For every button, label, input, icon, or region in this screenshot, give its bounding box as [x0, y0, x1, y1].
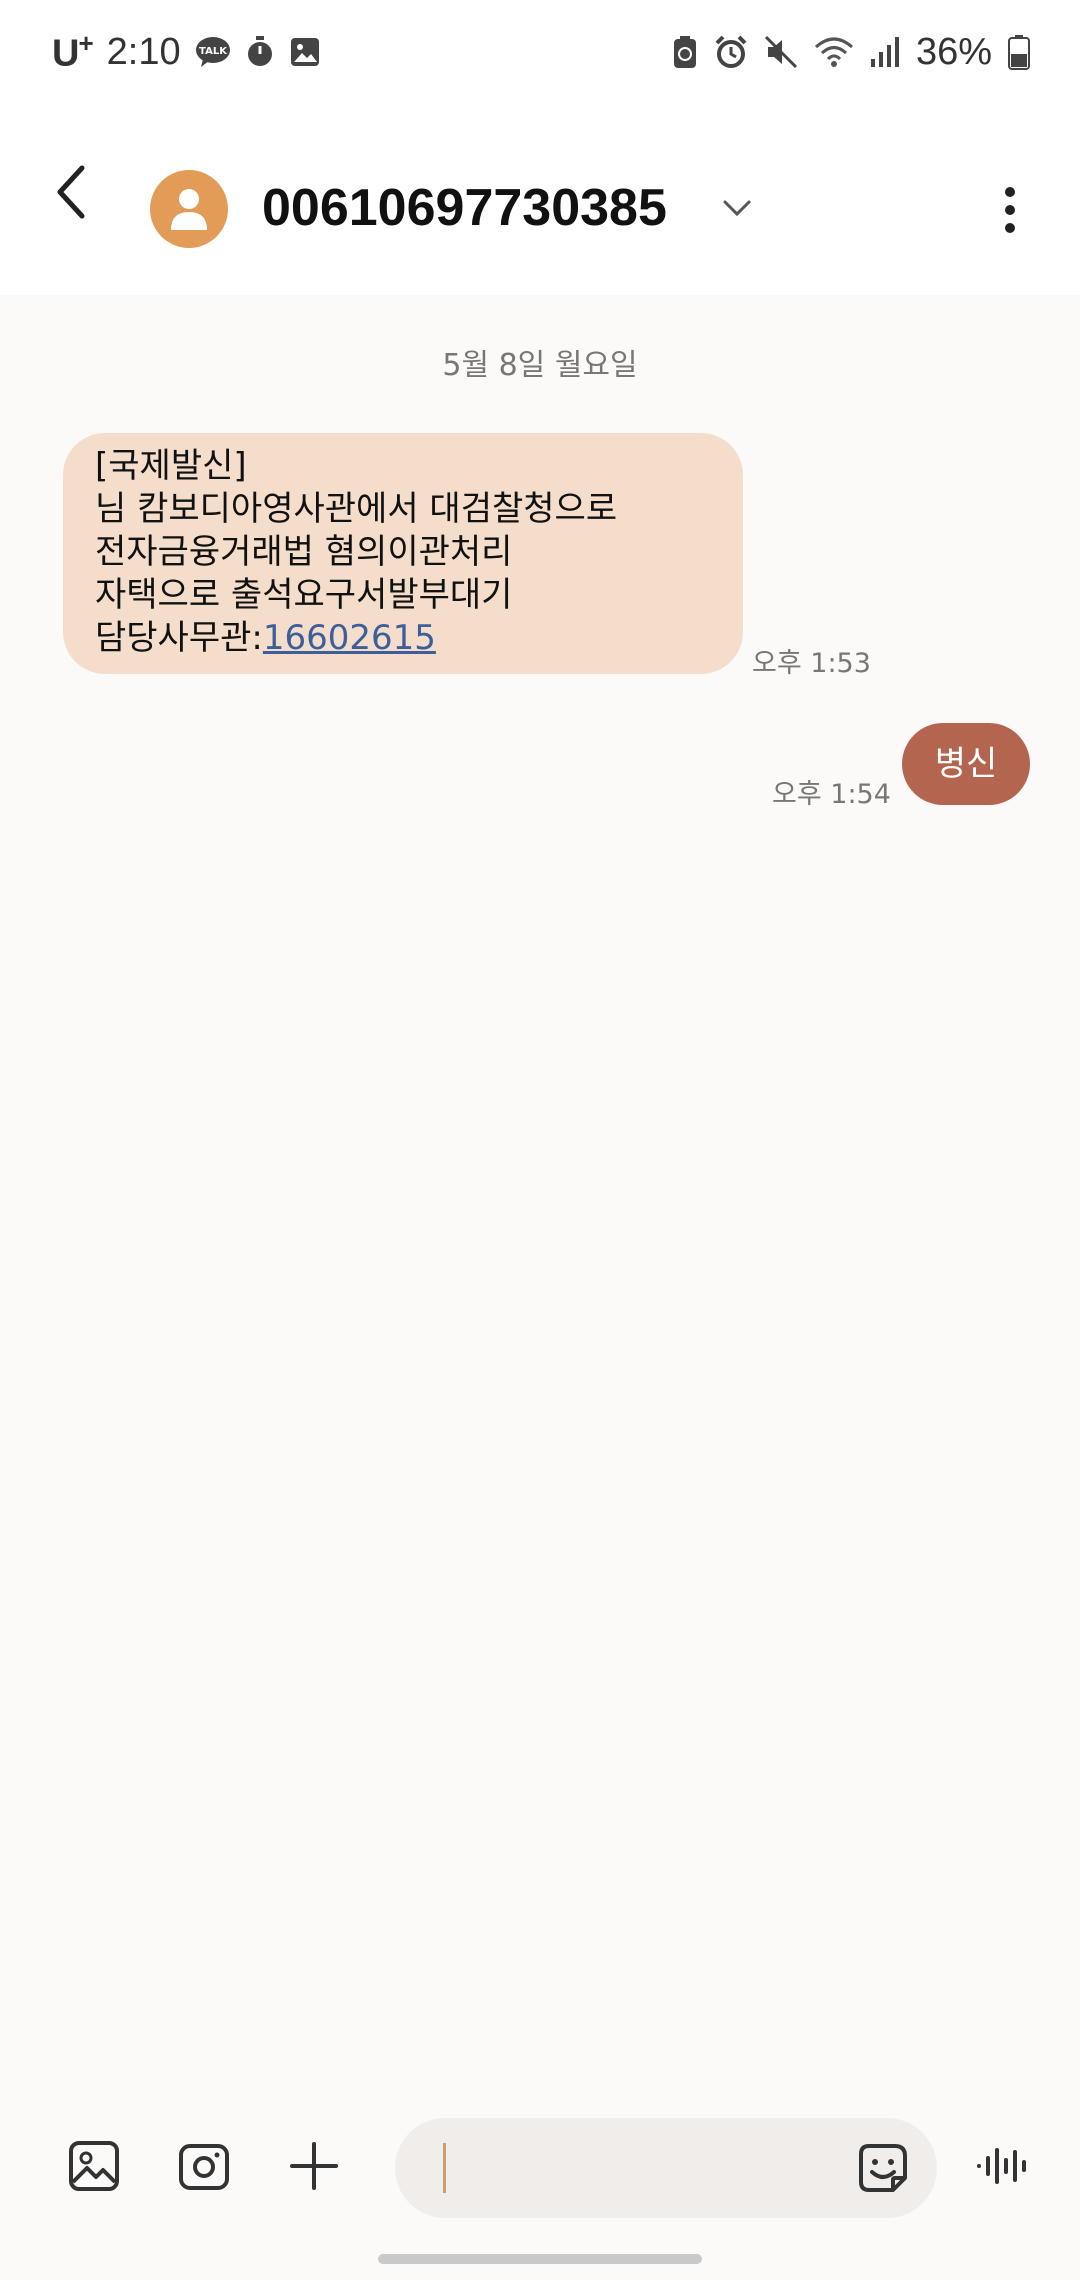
mute-icon [764, 35, 798, 69]
phone-link[interactable]: 16602615 [263, 618, 436, 658]
contact-dropdown[interactable] [722, 198, 752, 218]
more-vertical-icon [1000, 180, 1040, 240]
emoji-button[interactable] [855, 2140, 911, 2196]
gallery-icon [289, 36, 321, 68]
message-line: [국제발신] [95, 446, 247, 486]
camera-icon [176, 2138, 236, 2194]
status-time: 2:10 [106, 30, 181, 73]
wifi-icon [814, 35, 854, 69]
avatar[interactable] [150, 170, 228, 248]
message-line: 담당사무관:16602615 [95, 617, 713, 660]
svg-text:TALK: TALK [199, 46, 228, 57]
message-line: 님 캄보디아영사관에서 대검찰청으로 [95, 489, 618, 529]
chevron-down-icon [722, 198, 752, 218]
conversation-header: 00610697730385 [0, 100, 1080, 295]
emoji-icon [855, 2140, 911, 2196]
gallery-button[interactable] [66, 2138, 126, 2198]
contact-name[interactable]: 00610697730385 [262, 178, 667, 238]
message-list[interactable]: 5월 8일 월요일 [국제발신] 님 캄보디아영사관에서 대검찰청으로 전자금융… [0, 295, 1080, 2090]
date-divider: 5월 8일 월요일 [442, 348, 638, 383]
message-line: 전자금융거래법 혐의이관처리 [95, 532, 513, 572]
message-line: 자택으로 출석요구서발부대기 [95, 575, 513, 615]
home-indicator[interactable] [378, 2254, 702, 2264]
message-prefix: 담당사무관: [95, 618, 263, 658]
talk-icon: TALK [195, 35, 231, 69]
incoming-message-bubble[interactable]: [국제발신] 님 캄보디아영사관에서 대검찰청으로 전자금융거래법 혐의이관처리… [63, 433, 743, 674]
attach-button[interactable] [286, 2138, 346, 2198]
text-cursor [443, 2143, 446, 2193]
alarm-icon [714, 35, 748, 69]
battery-percent: 36% [915, 30, 992, 73]
battery-saver-icon [672, 35, 698, 69]
outgoing-message-bubble[interactable]: 병신 [902, 723, 1030, 805]
outgoing-message-time: 오후 1:54 [772, 779, 891, 810]
more-options-button[interactable] [1000, 180, 1040, 240]
voice-record-button[interactable] [975, 2138, 1035, 2198]
message-input-container[interactable] [395, 2118, 937, 2218]
voice-icon [975, 2138, 1035, 2194]
composer-bar [0, 2090, 1080, 2280]
back-button[interactable] [52, 162, 112, 232]
plus-icon [286, 2138, 346, 2194]
signal-icon [870, 35, 900, 69]
battery-icon [1008, 34, 1030, 70]
chevron-left-icon [52, 162, 112, 222]
status-bar: U+ 2:10 TALK 36% [0, 0, 1080, 100]
incoming-message-time: 오후 1:53 [752, 648, 871, 679]
timer-icon [245, 35, 275, 69]
image-icon [66, 2138, 126, 2194]
camera-button[interactable] [176, 2138, 236, 2198]
message-input[interactable] [439, 2138, 823, 2200]
carrier-label: U+ [52, 28, 94, 75]
